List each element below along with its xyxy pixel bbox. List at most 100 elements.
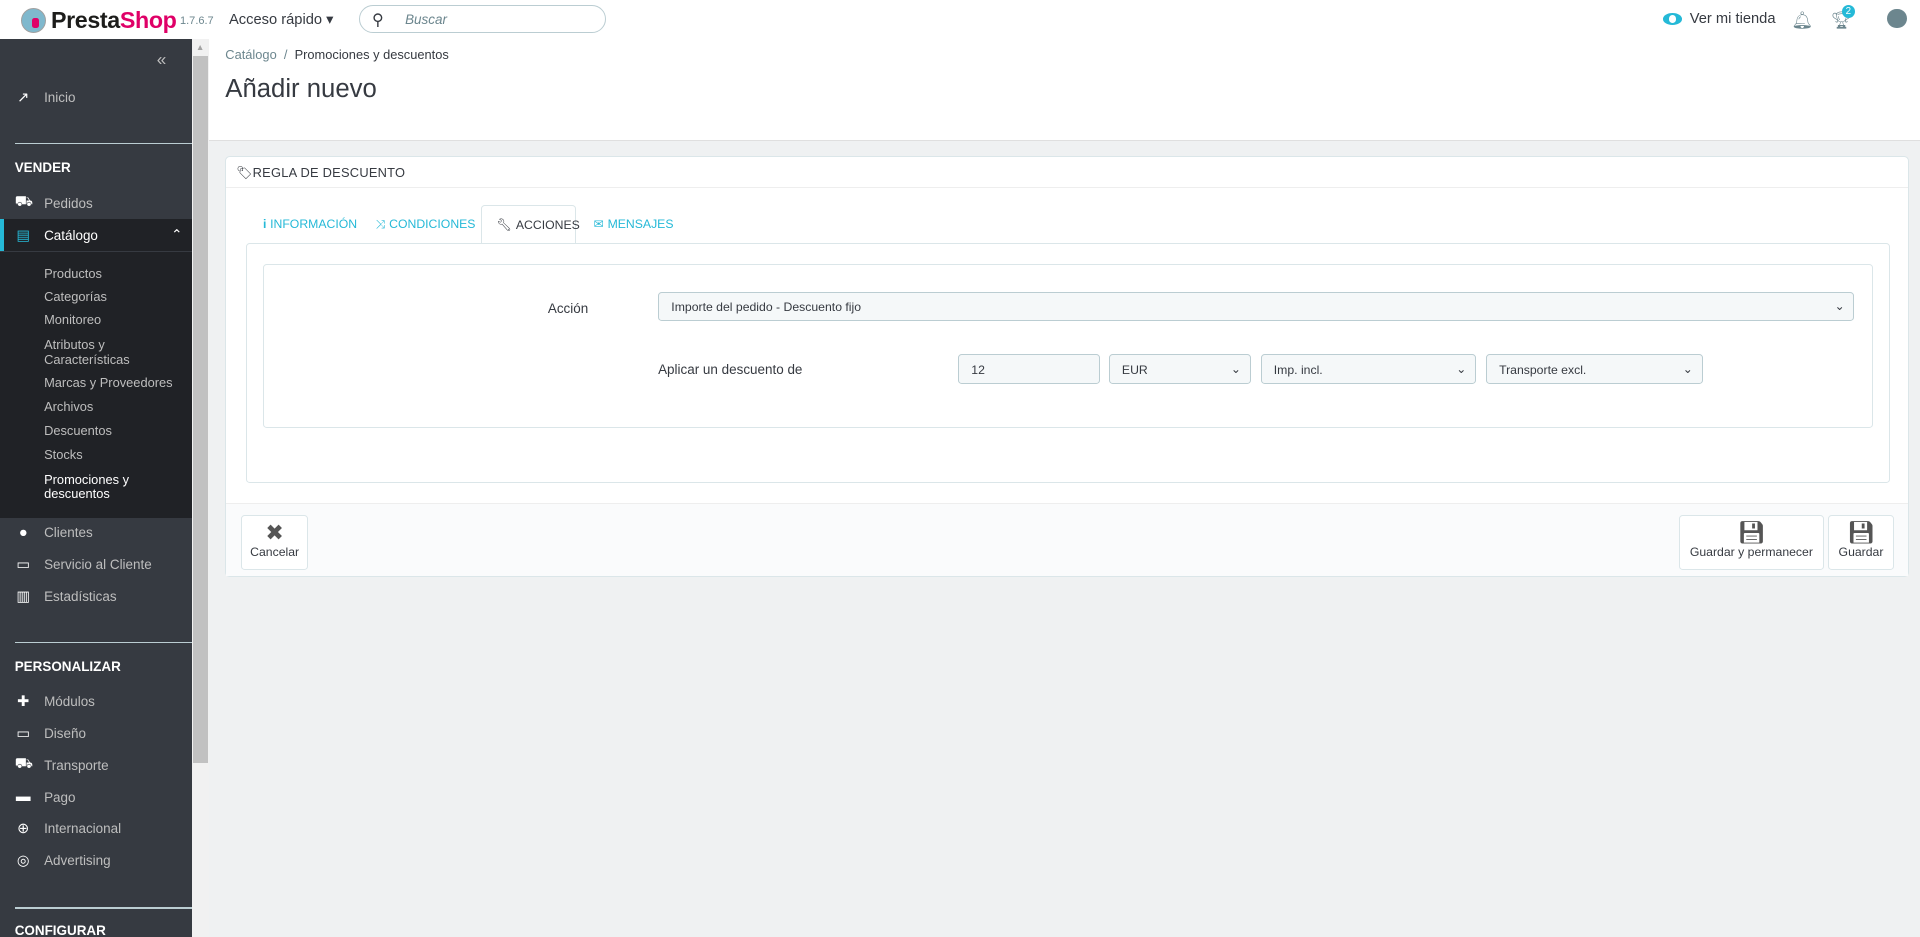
version: 1.7.6.7 bbox=[180, 14, 214, 27]
tag-icon: 🏷︎ bbox=[236, 165, 253, 181]
tab-actions[interactable]: 🔧︎ ACCIONES bbox=[480, 205, 580, 244]
tab-conditions[interactable]: ⤨ CONDICIONES bbox=[361, 205, 490, 243]
sidebar-item-orders[interactable]: ⛟ Pedidos bbox=[0, 187, 192, 219]
tab-label: INFORMACIÓN bbox=[270, 217, 358, 232]
submenu-item-current[interactable]: Promociones y descuentos bbox=[44, 472, 142, 502]
tab-label: ACCIONES bbox=[515, 217, 580, 232]
search-input[interactable]: ⚲ Buscar bbox=[358, 4, 607, 34]
store-icon: ▤ bbox=[16, 227, 31, 244]
discount-rule-panel: 🏷︎REGLA DE DESCUENTO i INFORMACIÓN ⤨ CONDI… bbox=[225, 155, 1909, 577]
view-shop-link[interactable]: Ver mi tienda bbox=[1662, 11, 1776, 27]
label: Pago bbox=[44, 789, 76, 805]
tab-content: Acción Importe del pedido - Descuento fi… bbox=[245, 243, 1891, 484]
quick-access-dropdown[interactable]: Acceso rápido ▾ bbox=[229, 11, 334, 28]
section-sell: VENDER bbox=[14, 160, 71, 176]
sidebar-item-shipping[interactable]: ⛟ Transporte bbox=[0, 749, 192, 781]
sidebar-item-design[interactable]: ▭ Diseño bbox=[0, 718, 192, 750]
sidebar-item-home[interactable]: ↗ Inicio bbox=[0, 82, 192, 114]
sidebar-scrollbar[interactable]: ▲ bbox=[192, 39, 210, 937]
shipping-select[interactable]: Transporte excl. ⌄ bbox=[1485, 354, 1703, 384]
chat-icon: ▭ bbox=[16, 556, 31, 573]
envelope-icon: ✉ bbox=[593, 217, 604, 232]
button-label: Guardar bbox=[1838, 545, 1884, 560]
label: Internacional bbox=[44, 821, 122, 837]
submenu-item[interactable]: Stocks bbox=[44, 447, 83, 463]
tax-select[interactable]: Imp. incl. ⌄ bbox=[1260, 354, 1477, 384]
user-avatar-icon[interactable] bbox=[1886, 8, 1907, 29]
submenu-item[interactable]: Marcas y Proveedores bbox=[44, 375, 173, 391]
label: Inicio bbox=[44, 90, 76, 106]
target-icon: ◎ bbox=[16, 853, 30, 870]
bar-chart-icon: ▥ bbox=[16, 588, 31, 605]
sidebar-item-payment[interactable]: ▬ Pago bbox=[0, 781, 192, 813]
floppy-icon: 💾︎ bbox=[1847, 519, 1875, 545]
panel-footer: ✖ Cancelar 💾︎ Guardar y permanecer 💾︎ Guard… bbox=[226, 503, 1908, 577]
page-title: Añadir nuevo bbox=[225, 74, 377, 103]
actions-form: Acción Importe del pedido - Descuento fi… bbox=[262, 264, 1873, 429]
sidebar-item-customer-service[interactable]: ▭ Servicio al Cliente bbox=[0, 549, 192, 581]
shuffle-icon: ⤨ bbox=[375, 216, 386, 231]
tab-label: CONDICIONES bbox=[389, 217, 476, 232]
collapse-sidebar-icon[interactable]: « bbox=[157, 49, 167, 70]
chevron-down-icon: ⌄ bbox=[1230, 361, 1242, 376]
currency-select[interactable]: EUR ⌄ bbox=[1108, 354, 1251, 384]
tab-messages[interactable]: ✉ MENSAJES bbox=[579, 205, 688, 243]
section-customize: PERSONALIZAR bbox=[14, 658, 121, 674]
submenu-item[interactable]: Descuentos bbox=[44, 423, 112, 439]
submenu-item[interactable]: Monitoreo bbox=[44, 313, 101, 328]
quick-access-label: Acceso rápido bbox=[228, 12, 323, 29]
top-bar: PrestaShop 1.7.6.7 Acceso rápido ▾ ⚲ Busc… bbox=[0, 0, 1920, 41]
submenu-item[interactable]: Archivos bbox=[44, 400, 93, 415]
panel-title-text: REGLA DE DESCUENTO bbox=[252, 165, 406, 181]
action-select[interactable]: Importe del pedido - Descuento fijo ⌄ bbox=[658, 291, 1855, 322]
sidebar-item-advertising[interactable]: ◎ Advertising bbox=[0, 845, 192, 877]
label: Módulos bbox=[44, 694, 95, 710]
search-placeholder: Buscar bbox=[405, 12, 447, 27]
notification-badge: 2 bbox=[1841, 4, 1856, 19]
floppy-icon: 💾︎ bbox=[1737, 519, 1766, 545]
label: Clientes bbox=[44, 525, 93, 541]
discount-label: Aplicar un descuento de bbox=[658, 361, 803, 377]
prestashop-logo[interactable]: PrestaShop bbox=[20, 7, 177, 34]
app-root: PrestaShop 1.7.6.7 Acceso rápido ▾ ⚲ Busc… bbox=[0, 0, 1920, 937]
save-button[interactable]: 💾︎ Guardar bbox=[1827, 515, 1895, 571]
save-and-stay-button[interactable]: 💾︎ Guardar y permanecer bbox=[1678, 515, 1825, 571]
submenu-item[interactable]: Categorías bbox=[44, 289, 107, 305]
action-label: Acción bbox=[547, 300, 589, 316]
brand-a: Presta bbox=[50, 7, 120, 34]
page-header bbox=[209, 39, 1920, 141]
wrench-icon: 🔧︎ bbox=[496, 217, 513, 232]
submenu-item[interactable]: Productos bbox=[44, 266, 102, 282]
amount-input[interactable]: 12 bbox=[958, 354, 1101, 384]
monitor-icon: ▭ bbox=[16, 725, 31, 742]
sidebar-item-catalog[interactable]: ▤ Catálogo ⌃ bbox=[0, 219, 193, 251]
bell-icon[interactable]: 🔔︎ bbox=[1791, 10, 1813, 31]
sidebar-item-stats[interactable]: ▥ Estadísticas bbox=[0, 580, 192, 612]
cancel-button[interactable]: ✖ Cancelar bbox=[240, 515, 309, 571]
truck-icon: ⛟ bbox=[14, 756, 34, 773]
sidebar-item-customers[interactable]: ● Clientes bbox=[0, 517, 192, 549]
breadcrumb: Catálogo / Promociones y descuentos bbox=[225, 46, 449, 62]
caret-down-icon: ▾ bbox=[326, 12, 334, 29]
eye-icon bbox=[1662, 12, 1683, 26]
scroll-up-icon[interactable]: ▲ bbox=[196, 42, 204, 52]
user-circle-icon: ● bbox=[18, 524, 28, 541]
info-icon: i bbox=[263, 217, 267, 232]
sidebar: « ↗ Inicio VENDER ⛟ Pedidos ▤ Catálogo ⌃ Pro… bbox=[0, 39, 193, 937]
tab-information[interactable]: i INFORMACIÓN bbox=[248, 205, 371, 243]
credit-card-icon: ▬ bbox=[15, 789, 31, 806]
sidebar-item-modules[interactable]: ✚ Módulos bbox=[0, 686, 192, 718]
scrollbar-thumb[interactable] bbox=[193, 56, 209, 763]
select-value: EUR bbox=[1121, 362, 1148, 377]
select-value: Imp. incl. bbox=[1273, 362, 1323, 377]
label: Servicio al Cliente bbox=[44, 556, 152, 572]
globe-icon: ⊕ bbox=[17, 821, 30, 838]
label: Pedidos bbox=[44, 195, 93, 211]
chevron-down-icon: ⌄ bbox=[1682, 361, 1693, 376]
chevron-down-icon: ⌄ bbox=[1456, 361, 1467, 376]
submenu-item[interactable]: Atributos y Características bbox=[44, 337, 154, 367]
button-label: Guardar y permanecer bbox=[1689, 545, 1813, 560]
breadcrumb-parent[interactable]: Catálogo bbox=[225, 47, 276, 62]
input-value: 12 bbox=[971, 362, 985, 377]
sidebar-item-international[interactable]: ⊕ Internacional bbox=[0, 813, 192, 845]
